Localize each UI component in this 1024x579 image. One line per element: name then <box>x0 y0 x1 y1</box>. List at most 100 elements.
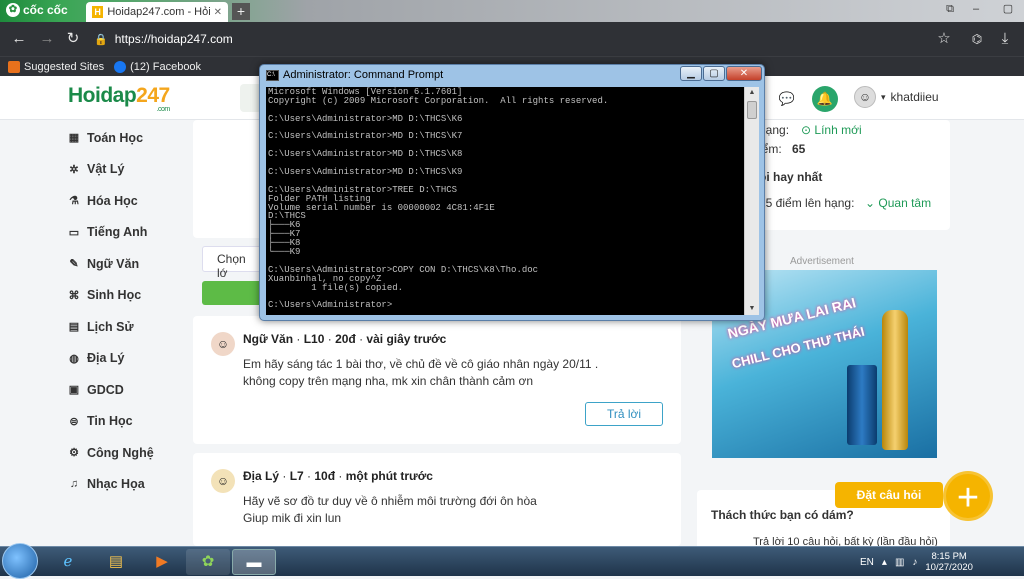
sidebar-item[interactable]: ◍ Địa Lý <box>68 343 178 375</box>
close-tab-icon[interactable]: ✕ <box>214 7 222 18</box>
question-text-line: Em hãy sáng tác 1 bài thơ, về chủ đề về … <box>243 357 599 371</box>
notification-bell-icon[interactable]: 🔔 <box>812 86 838 112</box>
cmd-titlebar[interactable]: C:\ Administrator: Command Prompt <box>266 69 443 81</box>
facebook-icon <box>114 60 127 73</box>
ask-question-button[interactable]: Đặt câu hỏi <box>835 482 943 508</box>
sidebar-item[interactable]: ⚗ Hóa Học <box>68 185 178 217</box>
console-line: ├───K7 <box>268 229 301 240</box>
address-bar: ← → ↻ 🔒 https://hoidap247.com ☆ ⌬ ⤓ <box>0 22 1024 56</box>
lock-icon: 🔒 <box>94 33 108 46</box>
sidebar-item[interactable]: ▭ Tiếng Anh <box>68 217 178 249</box>
back-icon[interactable]: ← <box>10 30 28 48</box>
maximize-icon[interactable]: ▢ <box>1000 2 1016 16</box>
sidebar-item[interactable]: ⌘ Sinh Học <box>68 280 178 312</box>
sidebar-item-label: Địa Lý <box>87 351 125 366</box>
rank-value-text: Lính mới <box>814 123 862 137</box>
clock[interactable]: 8:15 PM 10/27/2020 <box>925 551 973 573</box>
language-indicator[interactable]: EN <box>860 557 874 568</box>
globe-icon: ◍ <box>69 352 79 365</box>
tab-hoidap247[interactable]: H Hoidap247.com - Hỏi đáp ✕ <box>86 2 228 22</box>
sidebar-item-label: Ngữ Văn <box>87 256 140 271</box>
cmd-close-button[interactable]: ✕ <box>726 66 762 81</box>
url-field[interactable]: 🔒 https://hoidap247.com <box>94 28 964 50</box>
browser-brand[interactable]: ✿ cốc cốc <box>6 3 68 17</box>
sidebar-item-label: Hóa Học <box>87 193 138 208</box>
question-subject[interactable]: Địa Lý <box>243 469 279 483</box>
avatar: ☺ <box>854 86 876 108</box>
question-grade: L7 <box>289 469 304 483</box>
media-player-icon[interactable]: ▶ <box>140 549 184 575</box>
cmd-taskbar-icon[interactable]: ▬ <box>232 549 276 575</box>
chevron-circle-icon: ⌄ <box>865 196 876 210</box>
command-prompt-window[interactable]: C:\ Administrator: Command Prompt ▁ ▢ ✕ … <box>259 64 765 321</box>
question-subject[interactable]: Ngữ Văn <box>243 332 293 346</box>
question-card[interactable]: ☺ Địa Lý · L7 · 10đ · một phút trước Hãy… <box>193 453 681 546</box>
scroll-down-icon[interactable]: ▼ <box>745 303 759 315</box>
question-grade: L10 <box>303 332 325 346</box>
extensions-icon[interactable]: ⌬ <box>968 30 986 48</box>
sidebar-item-label: Tiếng Anh <box>87 225 148 240</box>
question-meta: Ngữ Văn · L10 · 20đ · vài giây trước <box>243 332 447 346</box>
sidebar-item[interactable]: ♫ Nhạc Họa <box>68 469 178 501</box>
sidebar-item[interactable]: ✲ Vật Lý <box>68 154 178 186</box>
scroll-up-icon[interactable]: ▲ <box>745 87 759 99</box>
url-text: https://hoidap247.com <box>114 32 233 46</box>
tray-arrow-icon[interactable]: ▴ <box>882 557 887 568</box>
minimize-icon[interactable]: ‒ <box>968 2 984 16</box>
question-text: Hãy vẽ sơ đồ tư duy về ô nhiễm môi trườn… <box>243 493 665 527</box>
cmd-icon: C:\ <box>266 69 279 81</box>
coccoc-taskbar-icon[interactable]: ✿ <box>186 549 230 575</box>
volume-icon[interactable]: ♪ <box>912 557 917 568</box>
plus-icon[interactable]: + <box>943 471 993 521</box>
console-line: ├───K6 <box>268 220 301 231</box>
sidebar-item[interactable]: ▣ GDCD <box>68 374 178 406</box>
chat-icon[interactable]: 💬 <box>774 86 800 112</box>
console-line: Copyright (c) 2009 Microsoft Corporation… <box>268 95 609 106</box>
sidebar-item-label: GDCD <box>87 382 124 397</box>
bookmark-suggested-sites[interactable]: Suggested Sites <box>8 60 104 73</box>
sidebar-item[interactable]: ✎ Ngữ Văn <box>68 248 178 280</box>
sidebar-item[interactable]: ⚙ Công Nghệ <box>68 437 178 469</box>
points-value: 65 <box>792 142 806 156</box>
windows-taskbar: ℯ ▤ ▶ ✿ ▬ EN ▴ ▥ ♪ 8:15 PM 10/27/2020 <box>0 543 1024 579</box>
cmd-console-output[interactable]: Microsoft Windows [Version 6.1.7601] Copy… <box>266 87 744 315</box>
bookmark-star-icon[interactable]: ☆ <box>935 30 953 48</box>
ie-icon[interactable]: ℯ <box>46 549 90 575</box>
cmd-minimize-button[interactable]: ▁ <box>680 66 702 81</box>
cmd-scrollbar[interactable]: ▲ ▼ <box>744 87 759 315</box>
question-card[interactable]: ☺ Ngữ Văn · L10 · 20đ · vài giây trước E… <box>193 316 681 444</box>
start-button[interactable] <box>2 543 38 579</box>
clock-time: 8:15 PM <box>931 551 967 562</box>
pen-icon: ✎ <box>69 258 79 271</box>
reload-icon[interactable]: ↻ <box>64 30 82 48</box>
advertisement-label: Advertisement <box>790 256 854 267</box>
music-icon: ♫ <box>69 478 79 491</box>
file-explorer-icon[interactable]: ▤ <box>94 549 138 575</box>
console-line: 1 file(s) copied. <box>268 282 404 293</box>
dna-icon: ⌘ <box>68 289 80 302</box>
cmd-maximize-button[interactable]: ▢ <box>703 66 725 81</box>
sidebar-item-label: Công Nghệ <box>87 445 154 460</box>
computer-icon: ⊜ <box>69 415 79 428</box>
bookmark-label: (12) Facebook <box>130 60 202 73</box>
bookmark-facebook[interactable]: (12) Facebook <box>114 60 202 73</box>
cmd-title: Administrator: Command Prompt <box>283 69 444 81</box>
forward-icon[interactable]: → <box>38 30 56 48</box>
user-menu[interactable]: ☺ ▾ khatdiieu <box>854 86 939 108</box>
download-icon[interactable]: ⤓ <box>996 30 1014 48</box>
answer-button[interactable]: Trả lời <box>585 402 663 426</box>
sidebar-item[interactable]: ⊜ Tin Học <box>68 406 178 438</box>
new-tab-button[interactable]: + <box>232 3 250 20</box>
question-points: 10đ <box>314 469 336 483</box>
question-time: vài giây trước <box>366 332 447 346</box>
language-icon: ▭ <box>68 226 80 239</box>
follow-link[interactable]: ⌄ Quan tâm <box>865 196 931 210</box>
sidebar-item[interactable]: ▦ Toán Học <box>68 122 178 154</box>
restore-icon[interactable]: ⧉ <box>942 2 958 16</box>
scroll-thumb[interactable] <box>747 101 757 119</box>
tab-title: Hoidap247.com - Hỏi đáp <box>107 6 210 18</box>
site-logo[interactable]: Hoidap247 .com <box>68 84 170 113</box>
network-icon[interactable]: ▥ <box>895 557 904 568</box>
coccoc-logo-icon: ✿ <box>6 3 20 17</box>
sidebar-item[interactable]: ▤ Lịch Sử <box>68 311 178 343</box>
